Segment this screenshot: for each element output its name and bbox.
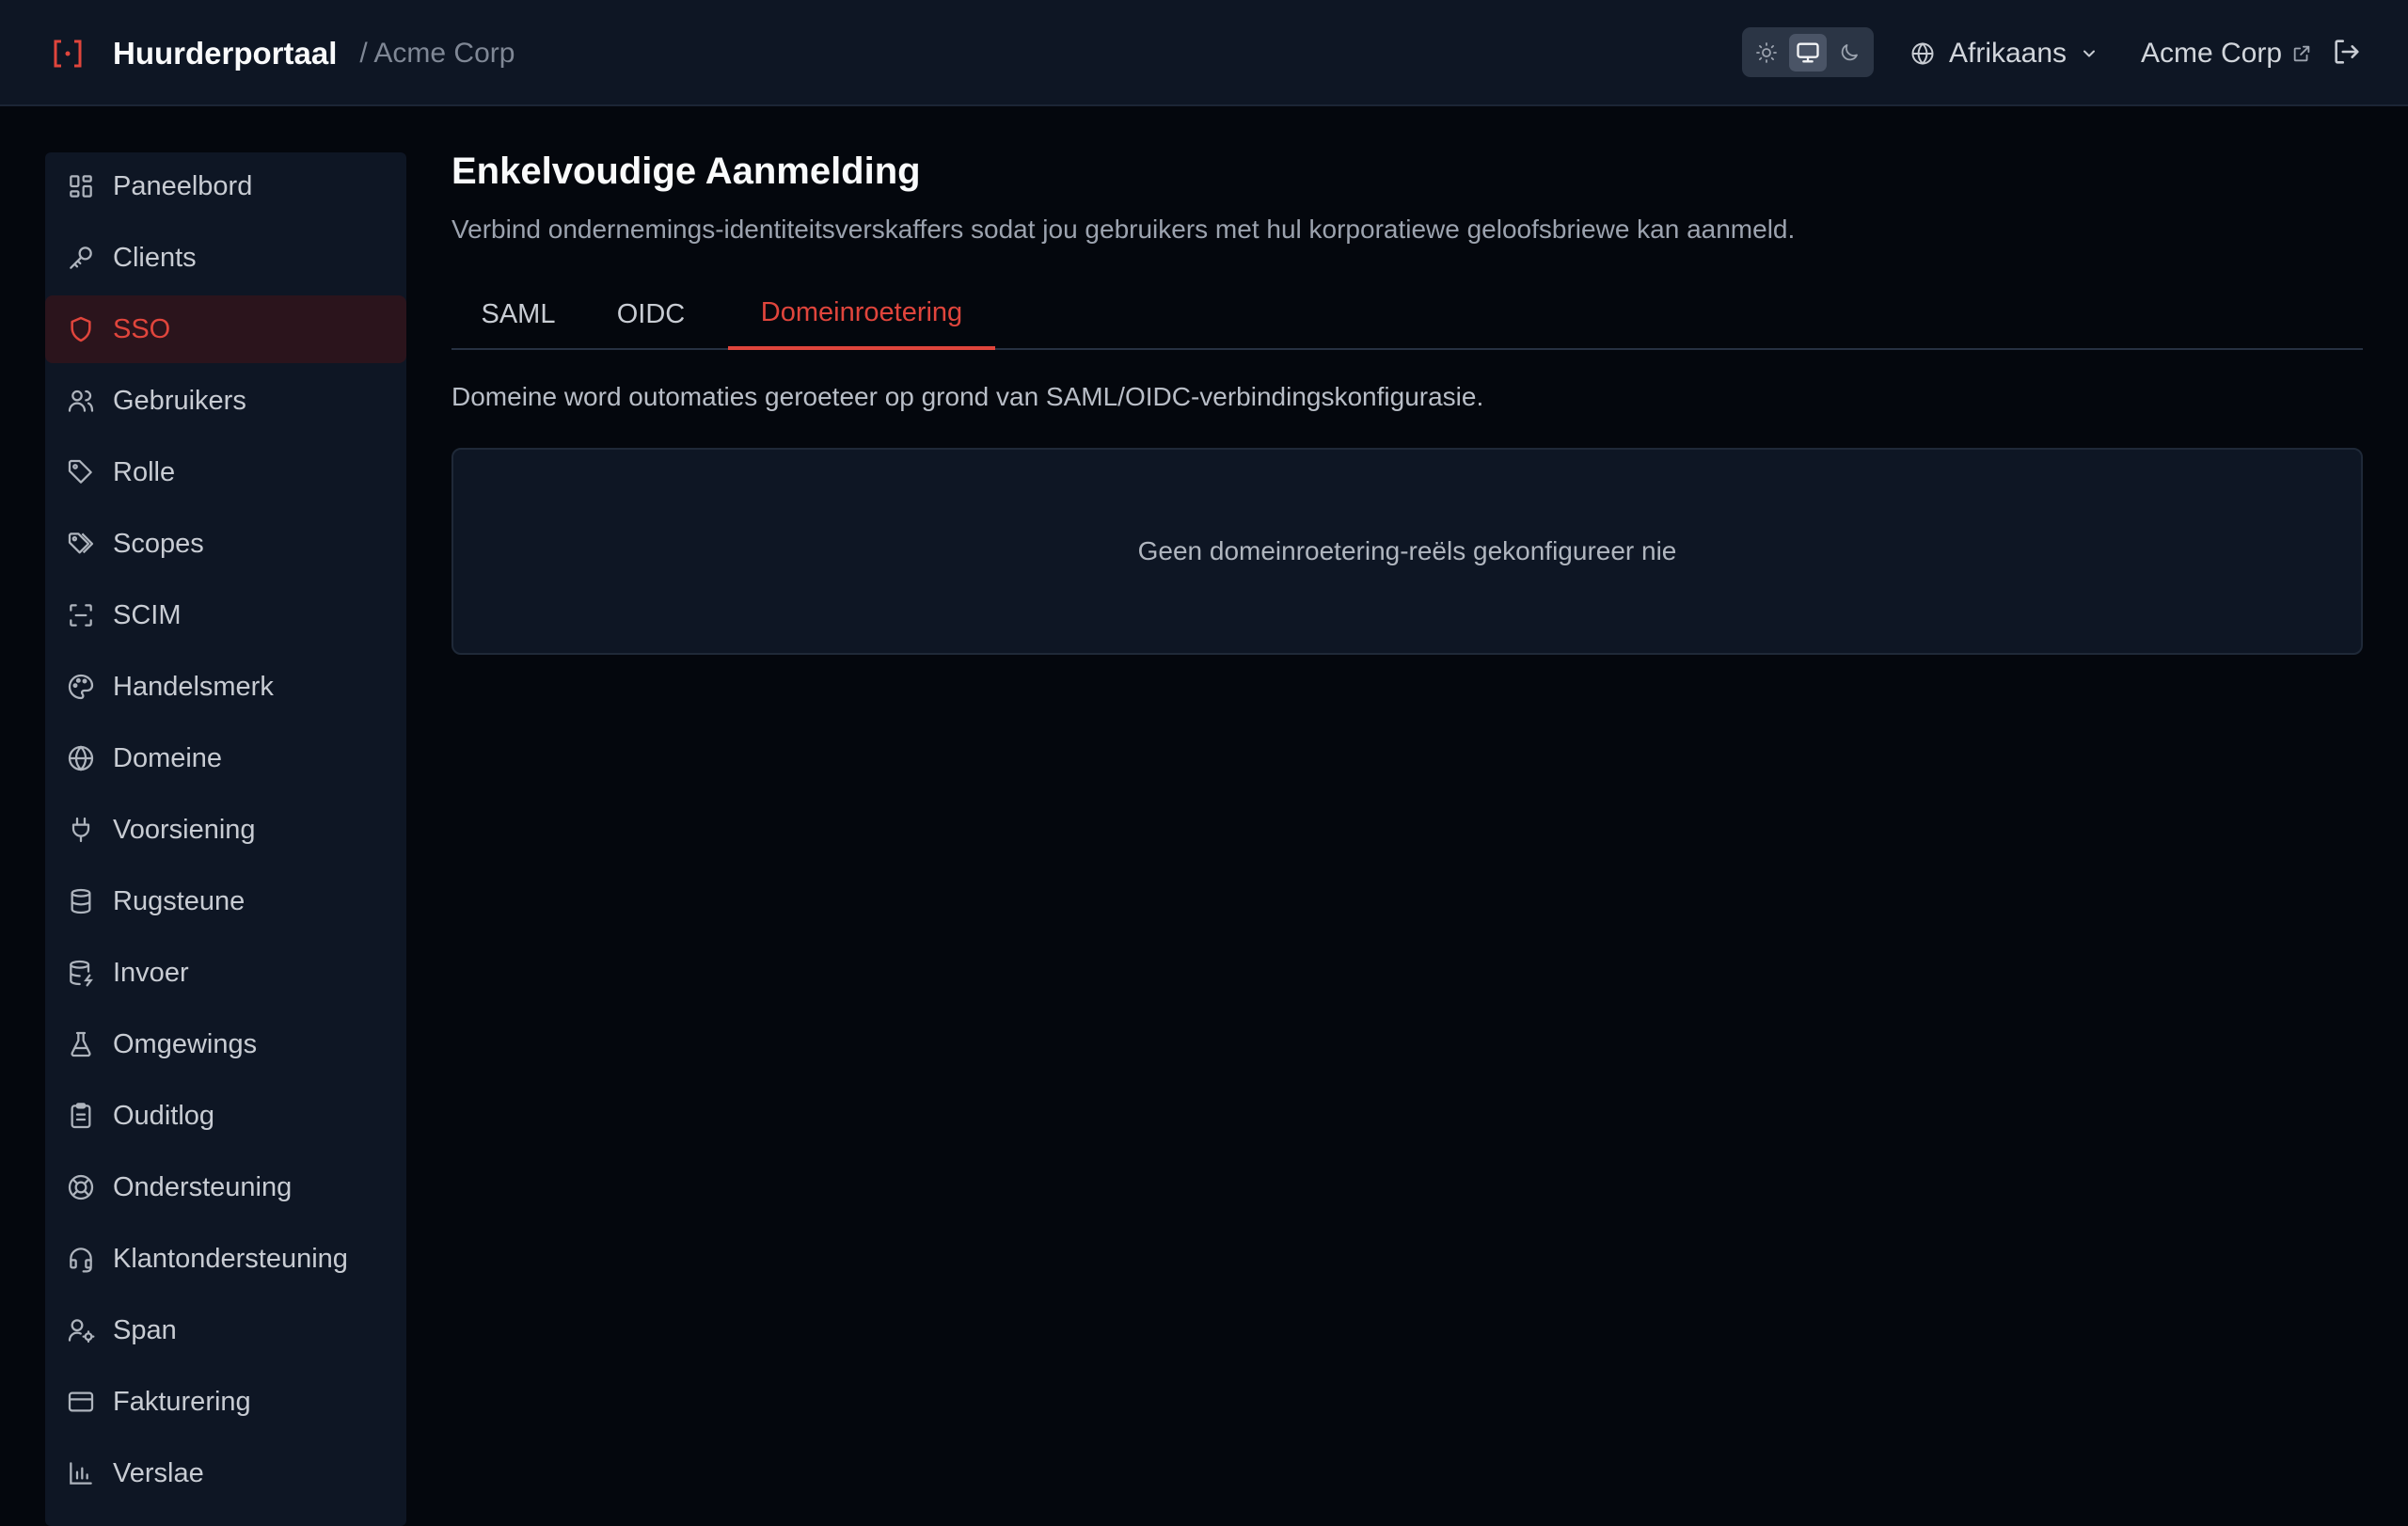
page-subtitle: Verbind ondernemings-identiteitsverskaff… (452, 215, 1796, 244)
lifebuoy-icon (66, 1172, 96, 1202)
sun-icon (1756, 41, 1777, 63)
breadcrumb: / Acme Corp (359, 37, 515, 69)
shield-icon (66, 314, 96, 344)
sidebar-item-label: Invoer (113, 957, 189, 988)
sidebar-item-ondersteuning[interactable]: Ondersteuning (45, 1153, 406, 1221)
sidebar-item-invoer[interactable]: Invoer (45, 939, 406, 1007)
globe-icon (66, 743, 96, 773)
sidebar-item-handelsmerk[interactable]: Handelsmerk (45, 653, 406, 721)
page-title: Enkelvoudige Aanmelding (452, 151, 921, 192)
brand[interactable]: Huurderportaal / Acme Corp (51, 0, 515, 106)
theme-light-button[interactable] (1748, 34, 1785, 72)
theme-toggle (1742, 27, 1874, 77)
sidebar-item-label: Span (113, 1314, 177, 1345)
clipboard-icon (66, 1101, 96, 1131)
sidebar-item-label: SSO (113, 313, 171, 344)
credit-card-icon (66, 1387, 96, 1417)
language-label: Afrikaans (1949, 37, 2067, 69)
top-header: Huurderportaal / Acme Corp Afrikaans Acm… (0, 0, 2408, 106)
moon-icon (1841, 43, 1858, 60)
sidebar-item-voorsiening[interactable]: Voorsiening (45, 796, 406, 864)
tab-domeinroetering[interactable]: Domeinroetering (728, 278, 995, 350)
sidebar-item-label: Paneelbord (113, 170, 253, 201)
sidebar-item-rolle[interactable]: Rolle (45, 438, 406, 506)
sidebar-item-label: Gebruikers (113, 385, 246, 416)
user-cog-icon (66, 1315, 96, 1345)
tags-icon (66, 529, 96, 559)
tenant-name: Acme Corp (2141, 37, 2283, 69)
sidebar-item-label: Handelsmerk (113, 671, 274, 702)
brand-name: Huurderportaal (113, 35, 338, 71)
sidebar-item-label: Rolle (113, 456, 176, 487)
tab-saml[interactable]: SAML (452, 278, 585, 350)
tab-oidc[interactable]: OIDC (593, 278, 709, 350)
sidebar-item-paneelbord[interactable]: Paneelbord (45, 152, 406, 220)
sidebar-item-label: Omgewings (113, 1028, 258, 1059)
tab-bar: SAML OIDC Domeinroetering (452, 278, 2363, 350)
sidebar-item-sso[interactable]: SSO (45, 295, 406, 363)
routing-info-text: Domeine word outomaties geroeteer op gro… (452, 382, 1484, 411)
brand-logo-icon (51, 37, 85, 71)
theme-system-button[interactable] (1789, 33, 1827, 72)
sidebar-item-scim[interactable]: SCIM (45, 581, 406, 649)
language-select[interactable]: Afrikaans (1909, 0, 2099, 106)
flask-icon (66, 1029, 96, 1059)
empty-state-message: Geen domeinroetering-reëls gekonfigureer… (1137, 536, 1677, 565)
dashboard-icon (66, 171, 96, 201)
sidebar-item-omgewings[interactable]: Omgewings (45, 1010, 406, 1078)
sidebar-item-klantondersteuning[interactable]: Klantondersteuning (45, 1225, 406, 1293)
sidebar-item-label: Scopes (113, 528, 204, 559)
headset-icon (66, 1244, 96, 1274)
sidebar-item-clients[interactable]: Clients (45, 224, 406, 292)
sidebar-item-label: Voorsiening (113, 814, 256, 845)
sidebar-item-gebruikers[interactable]: Gebruikers (45, 367, 406, 435)
sidebar-item-scopes[interactable]: Scopes (45, 510, 406, 578)
plug-icon (66, 815, 96, 845)
sidebar-item-label: Verslae (113, 1457, 204, 1488)
sidebar-item-domeine[interactable]: Domeine (45, 724, 406, 792)
sidebar-item-fakturering[interactable]: Fakturering (45, 1368, 406, 1436)
theme-dark-button[interactable] (1830, 34, 1868, 72)
scan-icon (66, 600, 96, 630)
globe-icon (1909, 40, 1936, 67)
sidebar: Paneelbord Clients SSO Gebruikers Rolle … (45, 152, 406, 1526)
sidebar-item-label: Fakturering (113, 1386, 251, 1417)
palette-icon (66, 672, 96, 702)
sidebar-item-label: Rugsteune (113, 885, 246, 916)
sidebar-item-label: Ouditlog (113, 1100, 215, 1131)
empty-state-panel: Geen domeinroetering-reëls gekonfigureer… (452, 448, 2363, 655)
sidebar-item-verslae[interactable]: Verslae (45, 1439, 406, 1507)
sidebar-item-label: Domeine (113, 742, 223, 773)
key-icon (66, 243, 96, 273)
sidebar-item-label: Klantondersteuning (113, 1243, 348, 1274)
sidebar-item-ouditlog[interactable]: Ouditlog (45, 1082, 406, 1150)
users-icon (66, 386, 96, 416)
sidebar-item-span[interactable]: Span (45, 1296, 406, 1364)
bar-chart-icon (66, 1458, 96, 1488)
sidebar-item-label: Clients (113, 242, 197, 273)
database-icon (66, 886, 96, 916)
monitor-icon (1797, 42, 1819, 63)
tenant-external-link[interactable]: Acme Corp (2141, 0, 2312, 106)
logout-icon[interactable] (2331, 36, 2365, 70)
chevron-down-icon (2080, 44, 2099, 63)
sidebar-item-rugsteune[interactable]: Rugsteune (45, 867, 406, 935)
external-link-icon (2291, 43, 2312, 64)
sidebar-item-label: SCIM (113, 599, 182, 630)
sidebar-item-label: Ondersteuning (113, 1171, 293, 1202)
database-import-icon (66, 958, 96, 988)
tag-icon (66, 457, 96, 487)
